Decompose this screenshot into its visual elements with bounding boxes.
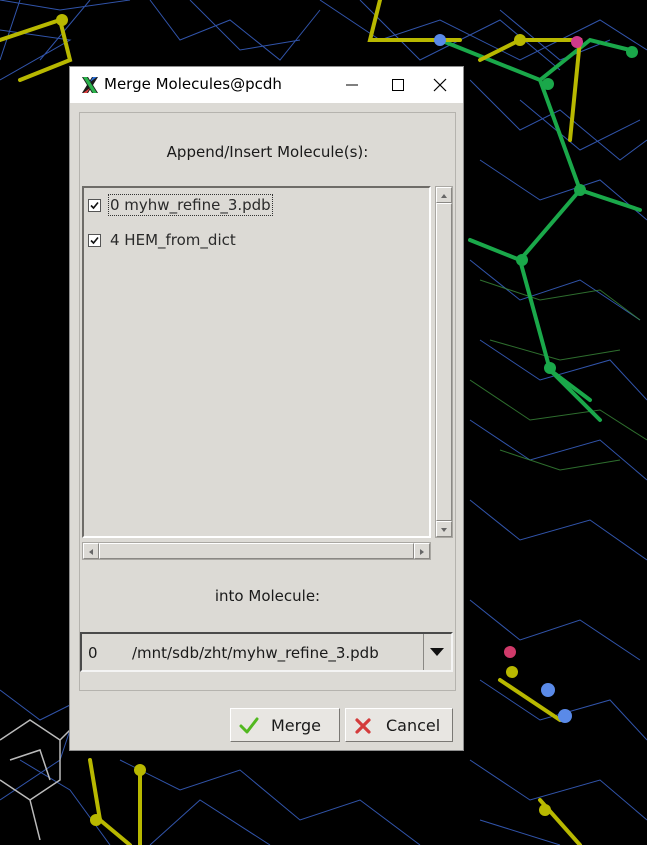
- merge-molecules-dialog: Merge Molecules@pcdh Append/Insert Molec…: [69, 66, 464, 751]
- dialog-content: Append/Insert Molecule(s): 0 myhw_refine…: [79, 112, 456, 691]
- merge-button[interactable]: Merge: [230, 708, 340, 742]
- list-item[interactable]: 4 HEM_from_dict: [88, 230, 408, 254]
- merge-button-label: Merge: [271, 716, 321, 735]
- green-check-icon: [239, 717, 259, 734]
- cancel-button-label: Cancel: [386, 716, 441, 735]
- scroll-up-button[interactable]: [436, 187, 452, 203]
- into-molecule-heading: into Molecule:: [214, 587, 321, 605]
- minimize-button[interactable]: [329, 67, 375, 103]
- minimize-icon: [346, 84, 358, 86]
- horizontal-scrollbar[interactable]: [82, 542, 431, 560]
- target-molecule-path: /mnt/sdb/zht/myhw_refine_3.pdb: [132, 644, 379, 662]
- maximize-button[interactable]: [375, 67, 421, 103]
- append-heading: Append/Insert Molecule(s):: [166, 143, 369, 161]
- scroll-left-button[interactable]: [83, 543, 99, 559]
- red-x-icon: [355, 718, 371, 734]
- molecule-label: 4 HEM_from_dict: [110, 231, 236, 249]
- dropdown-button[interactable]: [423, 634, 451, 670]
- molecule-label: 0 myhw_refine_3.pdb: [108, 194, 273, 216]
- close-icon: [433, 78, 447, 92]
- title-bar[interactable]: Merge Molecules@pcdh: [70, 67, 463, 103]
- maximize-icon: [392, 79, 404, 91]
- molecule-list[interactable]: 0 myhw_refine_3.pdb 4 HEM_from_dict: [82, 186, 431, 538]
- arrow-left-icon: [89, 549, 93, 555]
- cancel-button[interactable]: Cancel: [345, 708, 453, 742]
- vertical-scrollbar[interactable]: [435, 186, 453, 538]
- molecule-checkbox[interactable]: [88, 199, 101, 212]
- dropdown-arrow-icon: [430, 648, 444, 656]
- target-molecule-index: 0: [88, 644, 98, 662]
- scroll-right-button[interactable]: [414, 543, 430, 559]
- arrow-right-icon: [420, 549, 424, 555]
- horizontal-scroll-thumb[interactable]: [99, 543, 414, 559]
- vertical-scroll-thumb[interactable]: [436, 203, 452, 521]
- list-item[interactable]: 0 myhw_refine_3.pdb: [88, 194, 408, 219]
- molecule-checkbox[interactable]: [88, 234, 101, 247]
- arrow-down-icon: [441, 528, 447, 532]
- checkmark-icon: [90, 201, 99, 210]
- window-title: Merge Molecules@pcdh: [104, 75, 282, 93]
- x-app-icon: [82, 77, 98, 93]
- scroll-down-button[interactable]: [436, 521, 452, 537]
- checkmark-icon: [90, 236, 99, 245]
- target-molecule-select[interactable]: 0 /mnt/sdb/zht/myhw_refine_3.pdb: [80, 632, 453, 672]
- close-button[interactable]: [417, 67, 463, 103]
- arrow-up-icon: [441, 194, 447, 198]
